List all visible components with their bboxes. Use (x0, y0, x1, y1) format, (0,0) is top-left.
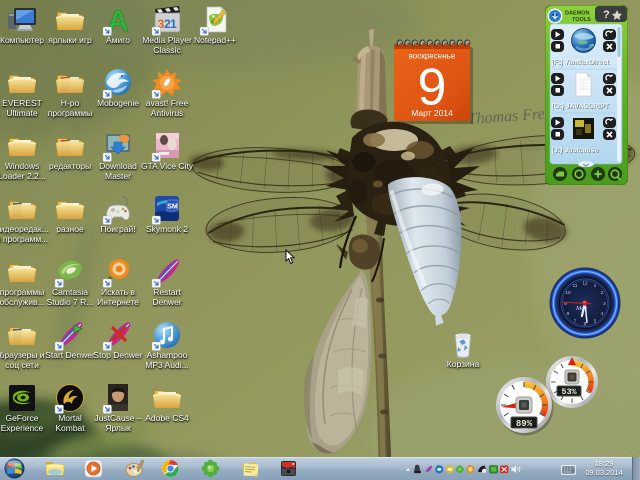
svg-text:89%: 89% (516, 419, 533, 429)
svg-text:4: 4 (601, 311, 604, 317)
svg-text:(G:) JAVASCRIPT: (G:) JAVASCRIPT (552, 104, 610, 111)
svg-text:8: 8 (567, 311, 570, 317)
svg-text:9: 9 (564, 301, 567, 307)
svg-text:Март 2014: Март 2014 (411, 108, 453, 118)
svg-text:?: ? (603, 9, 610, 21)
svg-text:7: 7 (574, 319, 577, 325)
svg-text:DAEMON: DAEMON (565, 11, 589, 17)
svg-text:3: 3 (603, 301, 606, 307)
svg-text:53%: 53% (561, 387, 577, 397)
svg-text:(F:) YandexDirect: (F:) YandexDirect (552, 60, 610, 67)
svg-text:11: 11 (573, 283, 578, 289)
svg-text:(J:) Justcause: (J:) Justcause (552, 148, 599, 155)
svg-text:1: 1 (594, 283, 597, 289)
svg-text:5: 5 (594, 319, 597, 325)
svg-text:10: 10 (565, 290, 571, 296)
svg-text:12: 12 (582, 281, 588, 287)
svg-text:2: 2 (601, 290, 604, 296)
svg-text:TOOLS: TOOLS (572, 17, 591, 23)
